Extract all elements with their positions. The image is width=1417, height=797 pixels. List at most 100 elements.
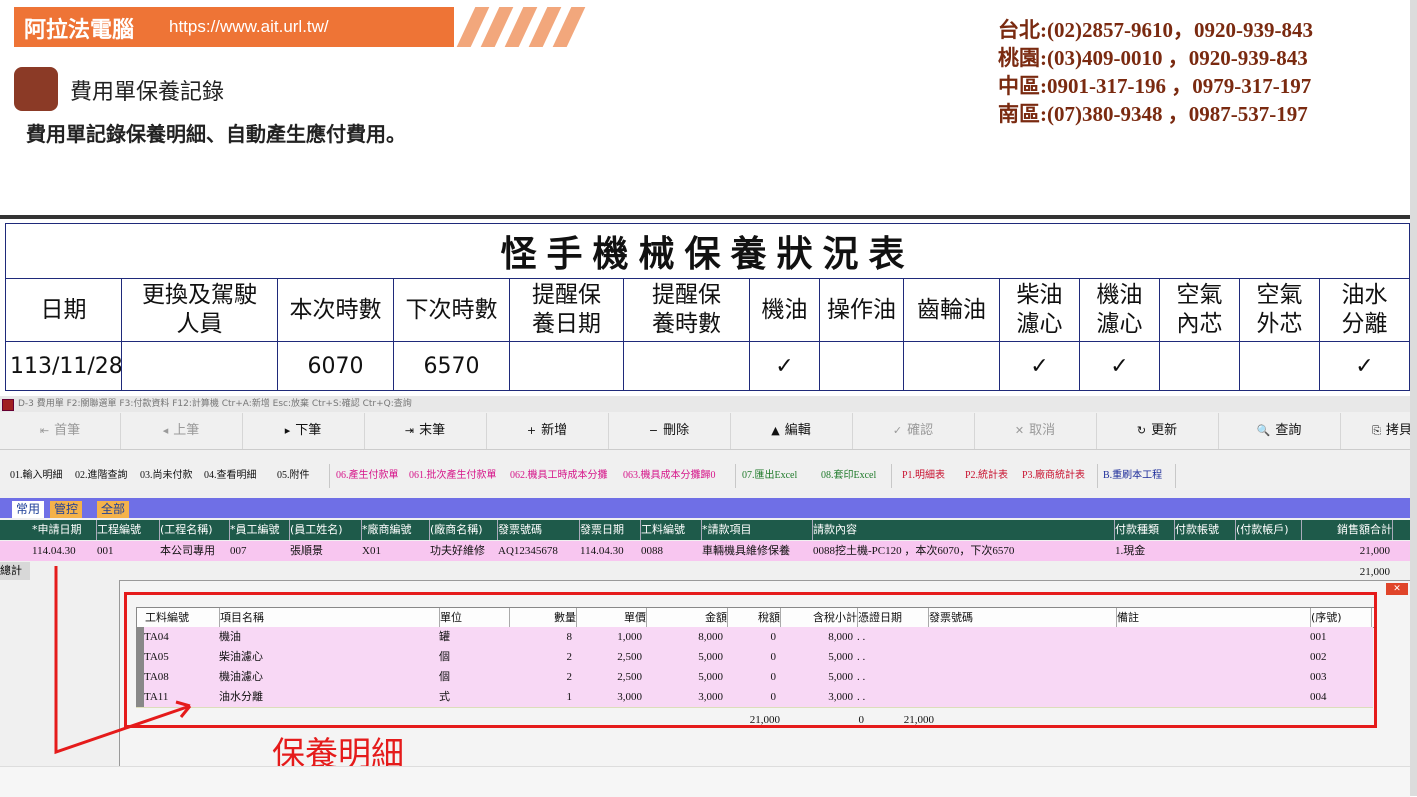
- nav-button-prev[interactable]: ◂ 上筆: [120, 413, 243, 449]
- grid-header-cell[interactable]: *員工編號: [230, 520, 290, 540]
- grid-header-cell[interactable]: 工料編號: [641, 520, 702, 540]
- nav-button-refresh[interactable]: ↻ 更新: [1096, 413, 1219, 449]
- report-button[interactable]: 061.批次產生付款單: [409, 462, 497, 490]
- report-button[interactable]: 062.機具工時成本分攤: [510, 462, 608, 490]
- toolbar-separator: [735, 464, 736, 488]
- grid-cell[interactable]: 0088挖土機-PC120 ，本次6070，下次6570: [813, 541, 1114, 561]
- maintenance-header-cell: 下次時數: [393, 278, 510, 342]
- grid-header-cell[interactable]: (付款帳戶): [1236, 520, 1302, 540]
- nav-button-cancel[interactable]: ✕ 取消: [974, 413, 1097, 449]
- report-button[interactable]: 06.產生付款單: [336, 462, 399, 490]
- grid-cell[interactable]: [1175, 541, 1235, 561]
- grid-cell[interactable]: 0088: [641, 541, 701, 561]
- report-button[interactable]: 03.尚未付款: [140, 462, 193, 490]
- nav-button-next[interactable]: ▸ 下筆: [242, 413, 365, 449]
- tab-0[interactable]: 常用: [12, 501, 45, 518]
- grid-cell[interactable]: [1236, 541, 1301, 561]
- close-icon[interactable]: ✕: [1386, 583, 1408, 595]
- report-button[interactable]: 063.機具成本分攤歸0: [623, 462, 716, 490]
- site-url[interactable]: https://www.ait.url.tw/: [169, 17, 329, 37]
- grid-header-cell[interactable]: (廠商名稱): [430, 520, 498, 540]
- maintenance-header-line: 養時數: [652, 311, 721, 337]
- edit-icon: ▲: [771, 424, 780, 437]
- nav-button-copy[interactable]: ⎘ 拷貝: [1340, 413, 1410, 449]
- maintenance-header-cell: 本次時數: [277, 278, 394, 342]
- next-icon: ▸: [284, 424, 291, 437]
- maintenance-header-line: 下次時數: [405, 296, 498, 323]
- search-icon: 🔍: [1256, 424, 1271, 437]
- cancel-icon: ✕: [1014, 424, 1025, 437]
- grid-cell[interactable]: 007: [230, 541, 289, 561]
- nav-button-label: 編輯: [784, 423, 811, 438]
- maintenance-cell: ✓: [749, 341, 820, 391]
- report-button[interactable]: P2.統計表: [965, 462, 1008, 490]
- grid-header-cell[interactable]: 發票號碼: [498, 520, 580, 540]
- nav-button-last[interactable]: ⇥ 末筆: [364, 413, 487, 449]
- prev-icon: ◂: [162, 424, 169, 437]
- grid-header-cell[interactable]: 銷售額合計: [1302, 520, 1393, 540]
- nav-button-delete[interactable]: − 刪除: [608, 413, 731, 449]
- report-button[interactable]: 07.匯出Excel: [742, 462, 797, 490]
- maintenance-data-row: 113/11/28 6070 6570 ✓ ✓ ✓ ✓: [5, 341, 1411, 391]
- grid-header-cell[interactable]: 付款帳號: [1175, 520, 1236, 540]
- nav-button-label: 新增: [541, 423, 568, 438]
- report-button[interactable]: B.重刷本工程: [1103, 462, 1162, 490]
- maintenance-header-line: 操作油: [827, 296, 896, 323]
- divider: [0, 215, 1412, 219]
- maintenance-header-cell: 柴油 濾心: [999, 278, 1080, 342]
- grid-header-cell[interactable]: 付款種類: [1115, 520, 1175, 540]
- maintenance-header-line: 提醒保: [532, 282, 601, 308]
- grid-cell[interactable]: 001: [97, 541, 159, 561]
- grid-cell[interactable]: AQ12345678: [498, 541, 579, 561]
- nav-button-confirm[interactable]: ✓ 確認: [852, 413, 975, 449]
- grid-header-cell[interactable]: (員工姓名): [290, 520, 362, 540]
- maintenance-header-cell: 空氣 外芯: [1239, 278, 1320, 342]
- grid-cell[interactable]: 114.04.30: [580, 541, 640, 561]
- tab-2[interactable]: 全部: [97, 501, 130, 518]
- report-button[interactable]: P3.廠商統計表: [1022, 462, 1085, 490]
- nav-button-search[interactable]: 🔍 查詢: [1218, 413, 1341, 449]
- grid-header-cell[interactable]: *廠商編號: [362, 520, 430, 540]
- contact-central: 中區:0901-317-196 ，0979-317-197: [998, 74, 1312, 98]
- grid-row[interactable]: 114.04.30 001 本公司專用 007 張順景 X01 功夫好維修 AQ1234567…: [0, 541, 1410, 561]
- report-button[interactable]: 04.查看明細: [204, 462, 257, 490]
- grid-header-cell[interactable]: *申請日期: [32, 520, 97, 540]
- maintenance-header-line: 外芯: [1256, 311, 1303, 337]
- tab-1[interactable]: 管控: [50, 501, 83, 518]
- grid-cell[interactable]: 本公司專用: [160, 541, 229, 561]
- maintenance-cell: 6570: [393, 341, 510, 391]
- copy-icon: ⎘: [1372, 424, 1381, 437]
- grid-header: *申請日期 工程編號 (工程名稱) *員工編號 (員工姓名) *廠商編號 (廠商名稱) 發票號…: [0, 520, 1410, 540]
- maintenance-cell: [509, 341, 624, 391]
- nav-button-edit[interactable]: ▲ 編輯: [730, 413, 853, 449]
- report-button[interactable]: 02.進階查詢: [75, 462, 128, 490]
- grid-cell[interactable]: 21,000: [1302, 541, 1390, 561]
- grid-cell[interactable]: 功夫好維修: [430, 541, 497, 561]
- grid-cell[interactable]: X01: [362, 541, 429, 561]
- nav-button-first[interactable]: ⇤ 首筆: [0, 413, 121, 449]
- grid-cell[interactable]: 1.現金: [1115, 541, 1174, 561]
- report-button[interactable]: P1.明細表: [902, 462, 945, 490]
- confirm-icon: ✓: [892, 424, 903, 437]
- maintenance-header-line: 提醒保: [652, 282, 721, 308]
- grid-header-cell[interactable]: 發票日期: [580, 520, 641, 540]
- delete-icon: −: [648, 424, 659, 437]
- grid-header-cell[interactable]: *請款項目: [702, 520, 813, 540]
- grid-cell[interactable]: 車輛機具維修保養: [702, 541, 812, 561]
- grid-cell[interactable]: 114.04.30: [32, 541, 96, 561]
- first-icon: ⇤: [39, 424, 50, 437]
- grid-header-cell[interactable]: (工程名稱): [160, 520, 230, 540]
- report-button[interactable]: 08.套印Excel: [821, 462, 876, 490]
- grid-header-cell[interactable]: 請款內容: [813, 520, 1115, 540]
- maintenance-header-line: 濾心: [1096, 311, 1143, 337]
- grid-header-cell[interactable]: 工程編號: [97, 520, 160, 540]
- maintenance-cell: [903, 341, 1000, 391]
- report-button[interactable]: 01.輸入明細: [10, 462, 63, 490]
- grid-cell[interactable]: 張順景: [290, 541, 361, 561]
- toolbar-separator: [1097, 464, 1098, 488]
- contact-taoyuan: 桃園:(03)409-0010 ，0920-939-843: [998, 46, 1308, 70]
- report-button[interactable]: 05.附件: [277, 462, 310, 490]
- nav-button-add[interactable]: + 新增: [486, 413, 609, 449]
- maintenance-cell: ✓: [1318, 341, 1411, 391]
- maintenance-header-line: 更換及駕駛: [142, 282, 257, 308]
